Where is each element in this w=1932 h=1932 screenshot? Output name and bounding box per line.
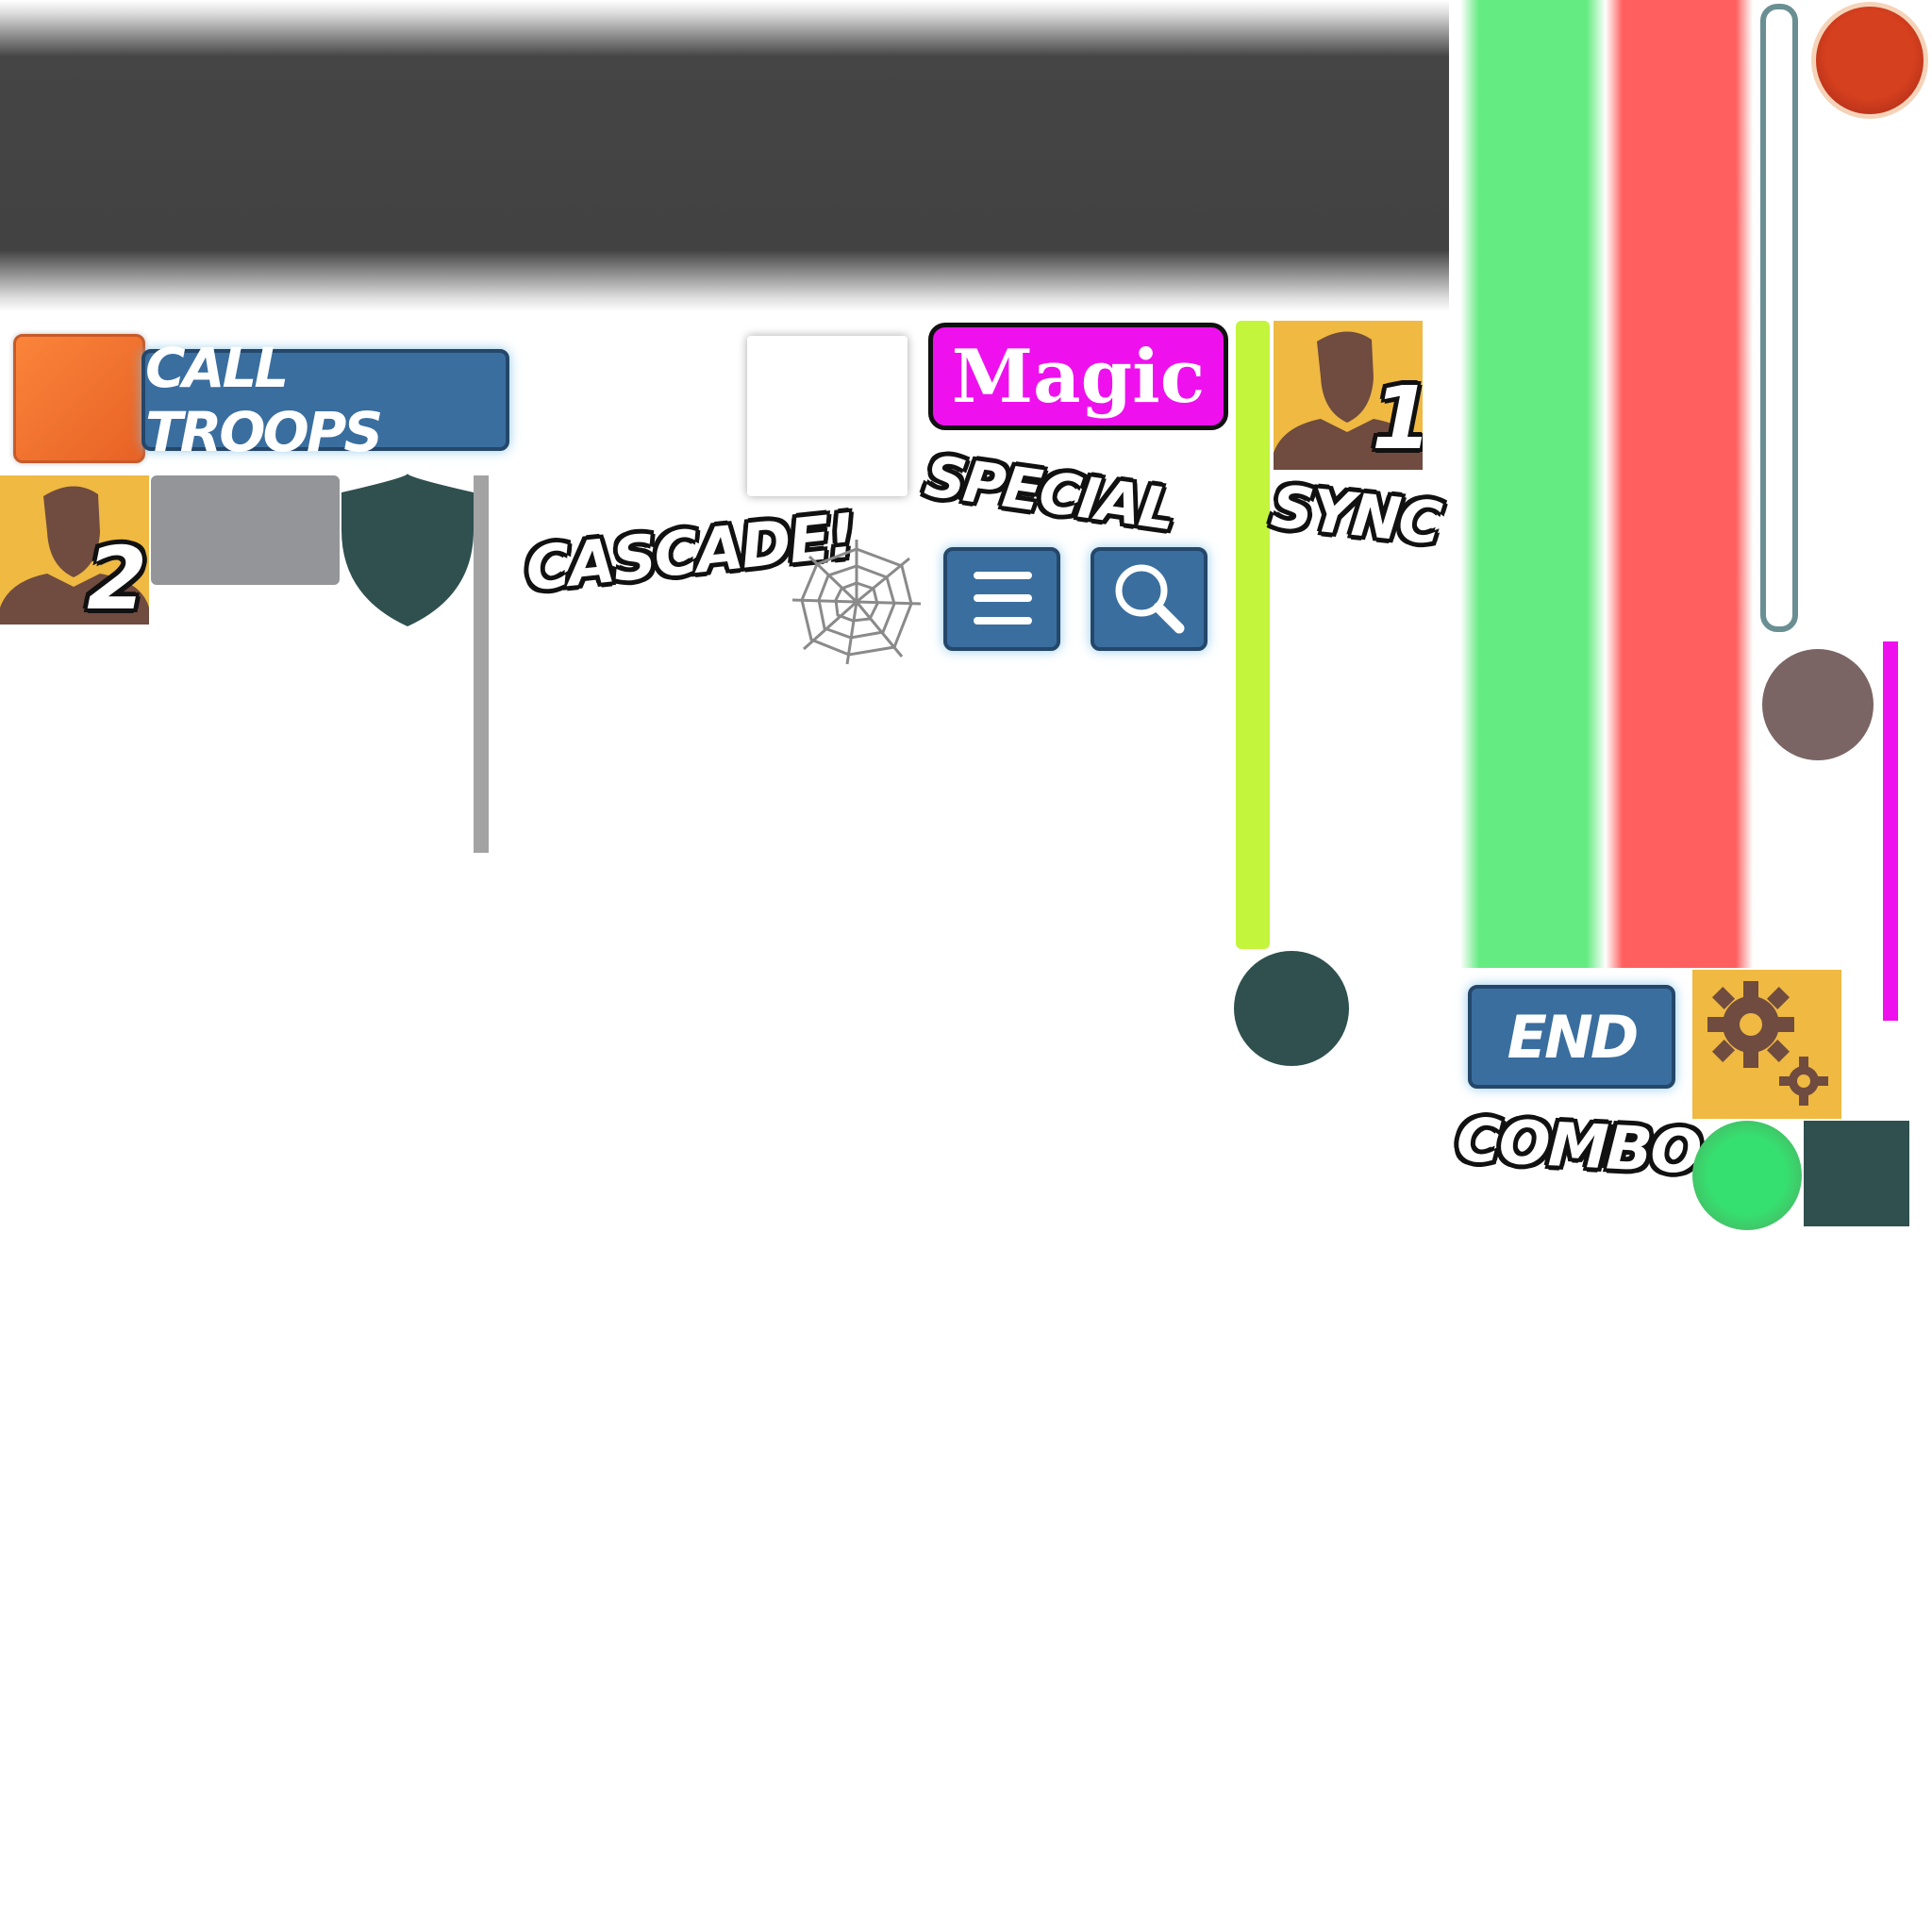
empty-slot[interactable]	[747, 336, 908, 496]
mauve-orb[interactable]	[1762, 649, 1874, 760]
top-banner	[0, 0, 1449, 311]
orange-tile[interactable]	[13, 334, 145, 463]
end-button[interactable]: END	[1468, 985, 1675, 1089]
search-button[interactable]	[1091, 547, 1208, 651]
player-avatar-2[interactable]: 2	[0, 475, 149, 625]
menu-button[interactable]	[943, 547, 1060, 651]
special-label: SPECIAL	[921, 443, 1178, 544]
call-troops-button[interactable]: CALL TROOPS	[142, 336, 509, 464]
red-energy-bar	[1606, 0, 1753, 968]
player-avatar-1[interactable]: 1	[1274, 321, 1423, 470]
settings-button[interactable]	[1692, 970, 1841, 1119]
spider-web-icon	[791, 540, 922, 665]
end-label: END	[1507, 1002, 1640, 1072]
magic-label: Magic	[951, 333, 1206, 420]
magenta-vertical-bar	[1883, 641, 1898, 1021]
call-troops-label: CALL TROOPS	[145, 336, 383, 464]
dark-teal-orb[interactable]	[1234, 951, 1349, 1066]
grey-panel	[151, 475, 340, 585]
dark-teal-tile[interactable]	[1804, 1121, 1909, 1226]
shield-icon	[341, 474, 474, 626]
green-energy-bar	[1460, 0, 1606, 968]
avatar-number-2: 2	[87, 528, 147, 625]
menu-icon	[974, 572, 1032, 625]
green-orb[interactable]	[1692, 1121, 1802, 1230]
search-icon	[1115, 564, 1185, 634]
empty-meter	[1760, 4, 1798, 632]
combo-label: COMBO	[1455, 1106, 1702, 1189]
gear-icon	[1707, 981, 1828, 1106]
sync-label: SYNC	[1268, 472, 1443, 558]
avatar-number-1: 1	[1372, 368, 1423, 469]
red-orb[interactable]	[1811, 2, 1928, 119]
magic-button[interactable]: Magic	[928, 323, 1228, 430]
lime-vertical-bar	[1236, 321, 1270, 949]
grey-vertical-bar	[474, 475, 489, 853]
